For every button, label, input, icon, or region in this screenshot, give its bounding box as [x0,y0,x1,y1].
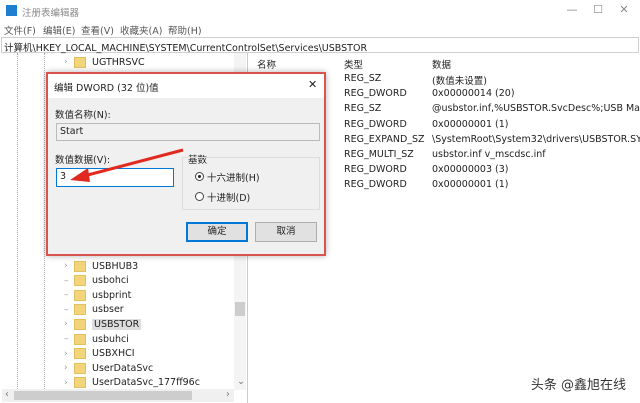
column-header-type[interactable]: 类型 [344,57,363,71]
tree-line: – [64,275,69,286]
column-header-name[interactable]: 名称 [257,57,276,71]
value-type: REG_DWORD [344,118,407,130]
folder-icon [74,275,86,287]
scroll-thumb[interactable] [235,302,245,316]
dialog-title-bar: 编辑 DWORD (32 位)值 ✕ [48,74,324,98]
chevron-right-icon[interactable]: › [64,349,74,359]
value-name-label: 数值名称(N): [55,110,111,121]
folder-icon [74,348,86,360]
folder-icon [74,318,86,330]
maximize-button[interactable]: ☐ [588,3,608,16]
folder-icon [74,260,86,272]
scroll-left-icon[interactable]: ‹ [5,389,9,400]
minimize-button[interactable]: — [562,3,582,16]
watermark: 头条 @鑫旭在线 [530,378,626,393]
tree-item[interactable]: › USBHUB3 [64,259,138,273]
menu-bar: 文件(F) 编辑(E) 查看(V) 收藏夹(A) 帮助(H) [0,22,640,37]
close-button[interactable]: ✕ [614,3,634,16]
regedit-icon [6,5,17,16]
menu-edit[interactable]: 编辑(E) [43,23,75,37]
tree-item[interactable]: – usbohci [64,274,129,288]
window-title: 注册表编辑器 [22,8,80,19]
value-name-field: Start [56,123,320,141]
tree-line: – [64,290,69,301]
folder-icon [74,56,86,68]
scroll-right-icon[interactable]: › [226,389,230,400]
tree-item[interactable]: – usbprint [64,288,131,302]
cancel-button[interactable]: 取消 [255,222,317,242]
tree-line: – [64,304,69,315]
menu-file[interactable]: 文件(F) [4,23,36,37]
ok-button[interactable]: 确定 [186,222,248,242]
folder-icon [74,289,86,301]
radio-hex[interactable] [195,172,204,181]
folder-icon [74,362,86,374]
scroll-thumb[interactable] [14,391,192,400]
folder-icon [74,333,86,345]
value-type: REG_MULTI_SZ [344,149,414,160]
dialog-close-button[interactable]: ✕ [308,78,317,91]
chevron-right-icon[interactable]: › [64,319,74,329]
title-bar: 注册表编辑器 — ☐ ✕ [0,0,640,22]
menu-view[interactable]: 查看(V) [81,23,114,37]
value-data: 0x00000003 (3) [432,164,509,176]
tree-line: – [64,334,69,344]
folder-icon [74,304,86,316]
dialog-title: 编辑 DWORD (32 位)值 [54,83,159,94]
value-type: REG_DWORD [344,179,407,191]
value-type: REG_SZ [344,103,382,115]
value-type: REG_EXPAND_SZ [344,133,425,145]
chevron-right-icon[interactable]: › [64,57,74,67]
value-data: 0x00000014 (20) [432,88,515,100]
red-arrow-annotation [70,148,184,182]
edit-dword-dialog: 编辑 DWORD (32 位)值 ✕ 数值名称(N): Start 数值数据(V… [46,72,326,256]
value-data: \SystemRoot\System32\drivers\USBSTOR.SYS [432,133,640,145]
address-bar[interactable]: 计算机\HKEY_LOCAL_MACHINE\SYSTEM\CurrentCon… [1,37,639,54]
scroll-down-icon[interactable]: ⌄ [237,376,245,387]
value-data: 0x00000001 (1) [432,179,509,191]
tree-item[interactable]: › UserDataSvc_177ff96c [64,376,200,390]
radio-decimal[interactable] [195,192,204,201]
tree-item[interactable]: › USBSTOR [64,317,142,331]
tree-item[interactable]: – usbser [64,303,124,317]
menu-favorites[interactable]: 收藏夹(A) [120,23,162,37]
base-group: 十六进制(H) 十进制(D) [182,157,320,210]
value-data: 0x00000001 (1) [432,118,509,130]
value-type: REG_DWORD [344,88,407,100]
column-header-data[interactable]: 数据 [432,57,451,71]
chevron-right-icon[interactable]: › [64,363,74,373]
tree-item[interactable]: – usbuhci [64,332,129,346]
value-data: (数值未设置) [432,76,487,87]
radio-decimal-label[interactable]: 十进制(D) [207,190,250,204]
value-data: usbstor.inf v_mscdsc.inf [432,149,546,160]
tree-item[interactable]: › USBXHCI [64,347,135,361]
chevron-right-icon[interactable]: › [64,378,74,388]
folder-icon [74,377,86,389]
radio-hex-label[interactable]: 十六进制(H) [207,170,260,184]
tree-item[interactable]: › UserDataSvc [64,361,153,375]
chevron-right-icon[interactable]: › [64,261,74,271]
value-data: @usbstor.inf,%USBSTOR.SvcDesc%;USB Mass.… [432,103,640,115]
value-type: REG_DWORD [344,164,407,176]
menu-help[interactable]: 帮助(H) [168,23,202,37]
value-type: REG_SZ [344,73,382,84]
tree-item[interactable]: › UGTHRSVC [64,55,145,69]
